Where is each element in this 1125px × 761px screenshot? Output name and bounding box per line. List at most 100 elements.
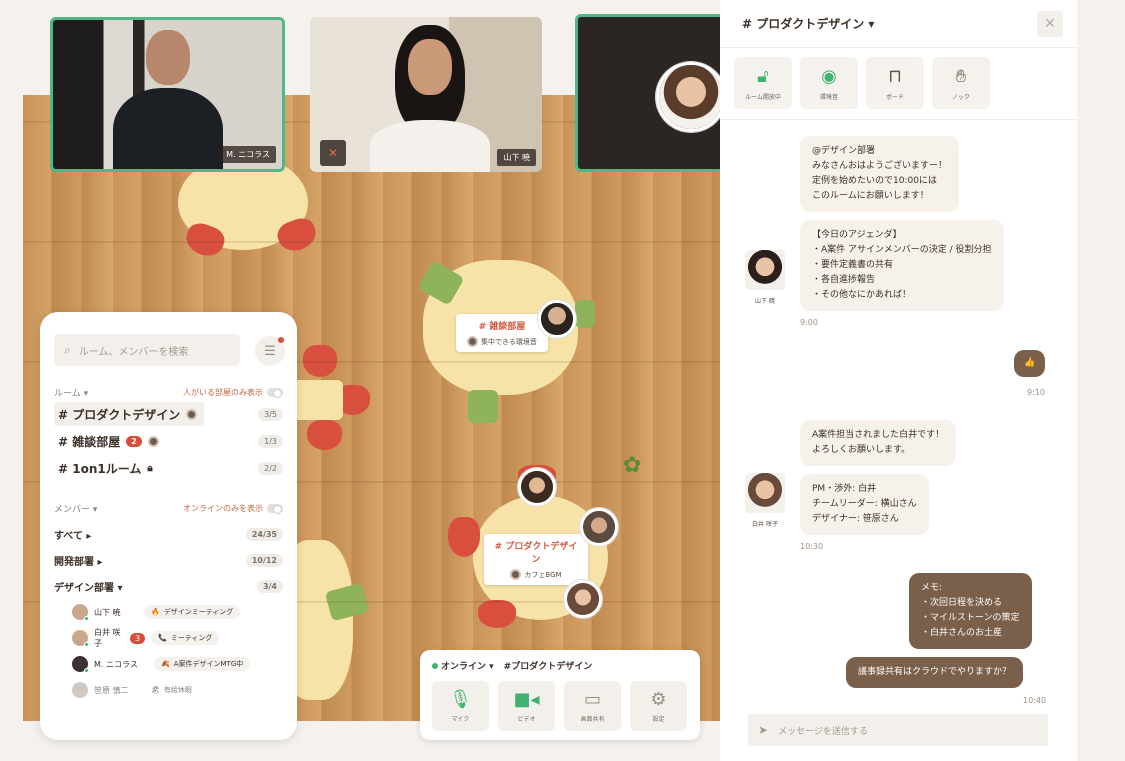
members-heading[interactable]: メンバー ▾: [54, 502, 97, 515]
room-name: # 雑談部屋: [58, 434, 121, 449]
room-open-button[interactable]: 🔓︎ ルーム開放中: [734, 57, 792, 109]
rooms-section-header: ルーム ▾ 人がいる部屋のみ表示: [54, 386, 283, 399]
whiteboard-icon: ⊓: [887, 65, 903, 87]
close-button[interactable]: ✕: [1037, 11, 1063, 37]
floor-avatar[interactable]: [564, 580, 602, 618]
video-button[interactable]: ■◂ ビデオ: [498, 681, 555, 731]
group-design[interactable]: デザイン部署 ▾ 3/4: [54, 573, 283, 599]
message-timestamp: 10:40: [1023, 696, 1047, 705]
settings-button[interactable]: ⚙ 設定: [630, 681, 687, 731]
floor-avatar[interactable]: [580, 508, 618, 546]
group-count: 24/35: [245, 527, 283, 541]
send-icon[interactable]: ➤: [758, 723, 768, 737]
chair: [335, 385, 370, 415]
video-tile-nicholas[interactable]: M. ニコラス: [50, 17, 285, 172]
avatar: [745, 473, 785, 513]
floor-room-tag-product-design[interactable]: # プロダクトデザイン カフェBGM: [484, 534, 588, 585]
online-status-selector[interactable]: オンライン ▾: [432, 659, 494, 672]
rooms-heading[interactable]: ルーム ▾: [54, 386, 88, 399]
disc-icon: [147, 435, 159, 447]
chair: [274, 214, 320, 256]
room-name: # プロダクトデザイン: [58, 407, 181, 422]
group-dev[interactable]: 開発部署 ▸ 10/12: [54, 547, 283, 573]
group-count: 3/4: [256, 579, 283, 593]
member-item[interactable]: 山下 暁 🔥 デザインミーティング: [54, 599, 283, 625]
status-icon: 🏖: [151, 686, 160, 694]
search-input[interactable]: ⌕ ルーム、メンバーを検索: [54, 334, 240, 366]
chair: [324, 582, 370, 622]
status-icon: 🔥: [151, 608, 160, 616]
search-icon: ⌕: [64, 342, 71, 357]
chair: [478, 600, 516, 628]
video-label: 山下 暁: [497, 149, 536, 166]
avatar-name: 白井 咲子: [752, 521, 778, 528]
participant-avatar: [656, 62, 722, 132]
chat-room-title[interactable]: # プロダクトデザイン ▾: [720, 0, 1077, 48]
group-name: デザイン部署 ▾: [54, 582, 123, 594]
mic-button[interactable]: 🎙︎ マイク: [432, 681, 489, 731]
room-item-product-design[interactable]: # プロダクトデザイン 3/5: [54, 402, 283, 426]
member-item[interactable]: 笹原 慎二 🏖 有給休暇: [54, 677, 283, 703]
video-tile-yamashita[interactable]: ✕ 山下 暁: [310, 17, 542, 172]
chat-message: PM・渉外: 白井 チームリーダー: 横山さん デザイナー: 笹原さん: [800, 474, 929, 535]
floor-room-name: # プロダクトデザイン: [494, 542, 578, 565]
plant-icon: ✿: [623, 453, 642, 478]
room-name: # 1on1ルーム: [58, 461, 142, 476]
disc-icon: [467, 336, 479, 347]
room-item-zatsudan[interactable]: # 雑談部屋 2 1/3: [54, 429, 283, 453]
member-item[interactable]: 白井 咲子 3 📞 ミーティング: [54, 625, 283, 651]
status-chip: 📞 ミーティング: [151, 631, 220, 645]
member-name: M. ニコラス: [94, 659, 138, 669]
chat-message: @デザイン部署 みなさんおはようございますー！ 定例を始めたいので10:00には…: [800, 136, 960, 212]
status-chip: 🏖 有給休暇: [144, 683, 199, 697]
video-tile-third[interactable]: [575, 14, 725, 172]
room-tools: 🔓︎ ルーム開放中 ◉ 環境音 ⊓ ボード ✋︎ ノック: [720, 48, 1077, 120]
video-icon: ■◂: [513, 689, 540, 710]
floor-room-sub: カフェBGM: [524, 570, 562, 579]
members-filter-toggle[interactable]: [267, 504, 283, 514]
members-section-header: メンバー ▾ オンラインのみを表示: [54, 502, 283, 515]
rooms-filter-toggle[interactable]: [267, 388, 283, 398]
avatar-name: 山下 暁: [755, 298, 775, 305]
mic-muted-icon: ✕: [320, 140, 346, 166]
gear-icon: ⚙: [650, 689, 667, 710]
disc-icon: [186, 408, 198, 420]
floor-avatar[interactable]: [518, 468, 556, 506]
room-count: 1/3: [258, 434, 283, 448]
whiteboard-button[interactable]: ⊓ ボード: [866, 57, 924, 109]
search-placeholder: ルーム、メンバーを検索: [78, 346, 189, 358]
ambient-sound-icon: ◉: [821, 65, 837, 87]
knock-button[interactable]: ✋︎ ノック: [932, 57, 990, 109]
status-icon: 📞: [158, 634, 167, 642]
online-status-dot: [84, 668, 89, 673]
screen-share-button[interactable]: ▭ 画面共有: [564, 681, 621, 731]
chat-panel: # プロダクトデザイン ▾ ✕ 🔓︎ ルーム開放中 ◉ 環境音 ⊓ ボード ✋︎ ノック…: [720, 0, 1077, 761]
video-label: M. ニコラス: [220, 146, 276, 163]
mic-label: マイク: [451, 716, 470, 723]
current-room-label: #プロダクトデザイン: [503, 662, 593, 672]
floor-room-tag-zatsudan[interactable]: # 雑談部屋 集中できる環境音: [456, 314, 548, 352]
online-status-label: オンライン ▾: [441, 662, 494, 672]
room-count: 3/5: [258, 407, 283, 421]
participant-figure: [370, 25, 490, 172]
avatar: [72, 604, 89, 621]
group-all[interactable]: すべて ▸ 24/35: [54, 521, 283, 547]
avatar: [72, 630, 89, 647]
ambient-sound-button[interactable]: ◉ 環境音: [800, 57, 858, 109]
message-timestamp: 10:30: [800, 542, 824, 551]
group-name: 開発部署 ▸: [54, 556, 103, 568]
floor-avatar[interactable]: [538, 300, 576, 338]
chair: [303, 345, 337, 377]
avatar: [745, 250, 785, 290]
room-item-1on1[interactable]: # 1on1ルーム 🔒︎ 2/2: [54, 456, 283, 480]
menu-button[interactable]: ☰: [255, 336, 285, 366]
status-icon: 🍂: [161, 660, 170, 668]
chair: [182, 219, 228, 261]
message-input[interactable]: ➤ メッセージを送信する: [748, 714, 1048, 746]
chair: [575, 300, 595, 328]
lock-open-icon: 🔓︎: [757, 65, 769, 87]
status-text: ミーティング: [170, 634, 213, 642]
bottom-control-bar: オンライン ▾ #プロダクトデザイン 🎙︎ マイク ■◂ ビデオ ▭ 画面共有 ⚙ 設定: [420, 650, 700, 740]
tool-label: ボード: [885, 93, 904, 101]
member-item[interactable]: M. ニコラス 🍂 A案件デザインMTG中: [54, 651, 283, 677]
